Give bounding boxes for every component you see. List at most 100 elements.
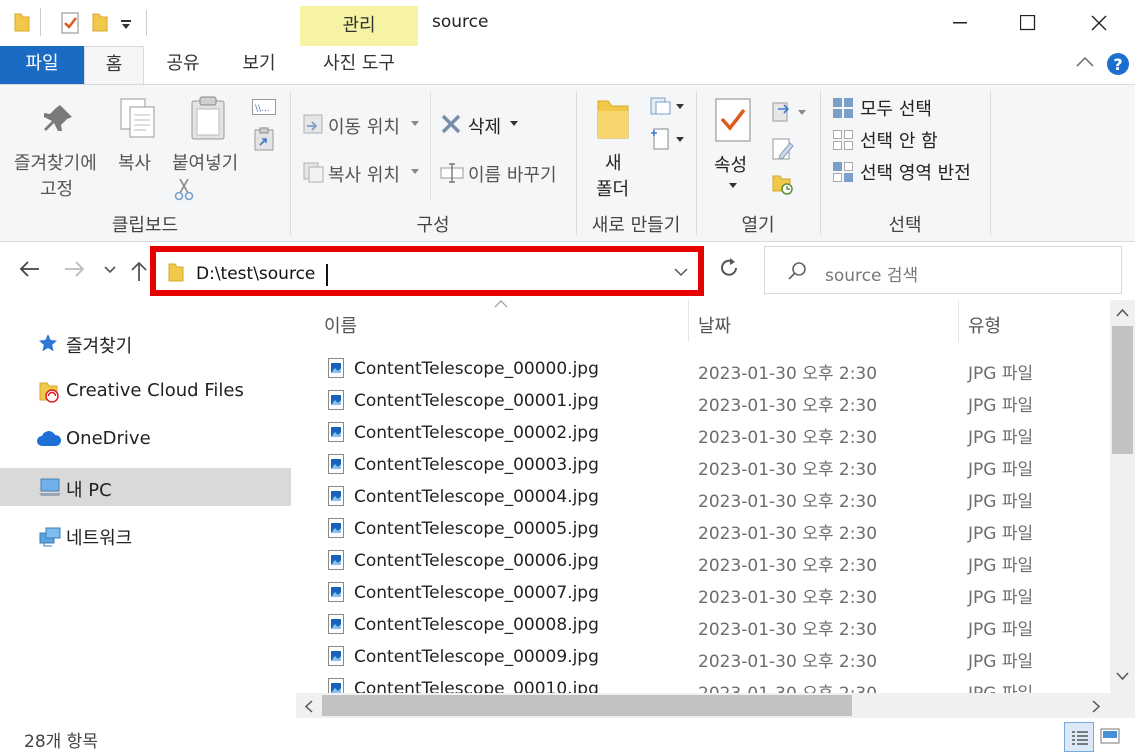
column-divider[interactable] [688, 300, 689, 342]
column-header-date[interactable]: 날짜 [698, 312, 731, 338]
collapse-ribbon-icon[interactable] [1076, 56, 1094, 68]
status-bar: 28개 항목 [0, 718, 1135, 755]
paste-icon [190, 95, 226, 141]
file-row[interactable]: ContentTelescope_00004.jpg 2023-01-30 오후 … [326, 480, 1110, 512]
open-icon[interactable] [772, 101, 808, 123]
details-view-button[interactable] [1064, 722, 1094, 752]
navigation-pane: 즐겨찾기 Creative Cloud Files OneDrive 내 PC … [0, 300, 293, 718]
file-type: JPG 파일 [968, 364, 1034, 384]
file-date: 2023-01-30 오후 2:30 [698, 396, 878, 416]
move-to-button[interactable]: 이동 위치 [328, 113, 400, 139]
file-row[interactable]: ContentTelescope_00006.jpg 2023-01-30 오후 … [326, 544, 1110, 576]
file-row[interactable]: ContentTelescope_00009.jpg 2023-01-30 오후 … [326, 640, 1110, 672]
rename-button[interactable]: 이름 바꾸기 [468, 161, 557, 187]
svg-text:\\...: \\... [255, 104, 270, 114]
network-icon [38, 525, 62, 547]
file-name: ContentTelescope_00009.jpg [354, 647, 599, 667]
new-folder-button[interactable]: 새 [605, 149, 622, 175]
tab-home[interactable]: 홈 [84, 46, 144, 84]
new-folder-button-line2[interactable]: 폴더 [596, 175, 629, 201]
copy-button[interactable]: 복사 [118, 149, 151, 175]
toolbar-separator [40, 8, 41, 36]
address-path[interactable]: D:\test\source [196, 264, 315, 284]
scroll-right-icon[interactable] [1092, 700, 1101, 713]
large-icons-view-icon[interactable] [1100, 728, 1120, 744]
file-row[interactable]: ContentTelescope_00002.jpg 2023-01-30 오후 … [326, 416, 1110, 448]
column-header-name[interactable]: 이름 [324, 312, 357, 338]
file-list: 이름 날짜 유형 ContentTelescope_00000.jpg 2023-… [296, 300, 1110, 693]
cut-icon[interactable] [174, 177, 194, 201]
search-box[interactable]: source 검색 [764, 246, 1122, 294]
jpg-file-icon [328, 550, 344, 570]
file-row[interactable]: ContentTelescope_00000.jpg 2023-01-30 오후 … [326, 352, 1110, 384]
file-row[interactable]: ContentTelescope_00010.jpg 2023-01-30 오후 … [326, 672, 1110, 693]
recent-locations-icon[interactable] [104, 266, 116, 274]
file-name: ContentTelescope_00000.jpg [354, 359, 599, 379]
delete-button[interactable]: 삭제 [468, 113, 501, 139]
tab-share[interactable]: 공유 [150, 46, 216, 84]
nav-item-network[interactable]: 네트워크 [0, 516, 291, 554]
file-row[interactable]: ContentTelescope_00003.jpg 2023-01-30 오후 … [326, 448, 1110, 480]
search-input[interactable]: source 검색 [825, 261, 918, 286]
file-date: 2023-01-30 오후 2:30 [698, 620, 878, 640]
copy-to-button[interactable]: 복사 위치 [328, 161, 400, 187]
back-arrow-icon[interactable] [18, 260, 40, 278]
help-icon[interactable]: ? [1106, 52, 1130, 76]
file-row[interactable]: ContentTelescope_00001.jpg 2023-01-30 오후 … [326, 384, 1110, 416]
up-arrow-icon[interactable] [130, 260, 148, 282]
chevron-down-icon [510, 121, 518, 127]
select-all-button[interactable]: 모두 선택 [860, 95, 932, 121]
new-item-icon[interactable] [650, 95, 686, 117]
file-row[interactable]: ContentTelescope_00008.jpg 2023-01-30 오후 … [326, 608, 1110, 640]
file-row[interactable]: ContentTelescope_00005.jpg 2023-01-30 오후 … [326, 512, 1110, 544]
scroll-left-icon[interactable] [304, 700, 313, 713]
refresh-icon[interactable] [718, 256, 740, 280]
scroll-down-icon[interactable] [1116, 672, 1129, 681]
easy-access-icon[interactable] [650, 127, 686, 151]
properties-icon[interactable] [60, 12, 80, 34]
group-separator [990, 91, 991, 235]
nav-item-creative-cloud[interactable]: Creative Cloud Files [0, 372, 291, 410]
customize-toolbar-icon[interactable] [120, 12, 132, 32]
copy-path-icon[interactable]: \\... [252, 99, 276, 115]
history-icon[interactable] [772, 173, 794, 195]
file-name: ContentTelescope_00005.jpg [354, 519, 599, 539]
scroll-up-icon[interactable] [1116, 308, 1129, 317]
address-dropdown-icon[interactable] [674, 268, 688, 277]
address-bar[interactable]: D:\test\source [150, 246, 704, 296]
pin-to-quick-access-label-2[interactable]: 고정 [40, 175, 73, 201]
minimize-button[interactable] [924, 0, 996, 46]
forward-arrow-icon[interactable] [64, 260, 86, 278]
manage-context-tab[interactable]: 관리 [300, 6, 418, 46]
file-date: 2023-01-30 오후 2:30 [698, 556, 878, 576]
file-row[interactable]: ContentTelescope_00007.jpg 2023-01-30 오후 … [326, 576, 1110, 608]
horizontal-scroll-thumb[interactable] [322, 695, 852, 716]
window-title: source [432, 12, 489, 32]
vertical-scroll-thumb[interactable] [1112, 326, 1133, 454]
select-all-icon [832, 97, 854, 119]
file-type: JPG 파일 [968, 492, 1034, 512]
nav-item-this-pc[interactable]: 내 PC [0, 468, 291, 506]
onedrive-cloud-icon [36, 429, 62, 449]
new-folder-icon[interactable] [92, 12, 108, 32]
nav-item-quick-access[interactable]: 즐겨찾기 [0, 324, 291, 362]
tab-file[interactable]: 파일 [0, 46, 84, 84]
column-divider[interactable] [958, 300, 959, 342]
creative-cloud-folder-icon [38, 381, 62, 403]
nav-item-label: 내 PC [66, 480, 112, 501]
paste-shortcut-icon[interactable] [254, 127, 274, 151]
minimize-icon [953, 22, 967, 24]
select-none-button[interactable]: 선택 안 함 [860, 127, 938, 153]
tab-view[interactable]: 보기 [226, 46, 292, 84]
nav-item-onedrive[interactable]: OneDrive [0, 420, 291, 458]
close-button[interactable] [1063, 0, 1135, 46]
column-header-type[interactable]: 유형 [968, 312, 1001, 338]
edit-icon[interactable] [772, 137, 794, 161]
pin-to-quick-access-label[interactable]: 즐겨찾기에 [14, 149, 97, 175]
svg-text:?: ? [1113, 55, 1122, 74]
paste-button[interactable]: 붙여넣기 [172, 149, 238, 175]
invert-selection-button[interactable]: 선택 영역 반전 [860, 159, 971, 185]
properties-button[interactable]: 속성 [714, 151, 747, 177]
maximize-button[interactable] [992, 0, 1064, 46]
tab-photo-tools[interactable]: 사진 도구 [300, 46, 418, 84]
